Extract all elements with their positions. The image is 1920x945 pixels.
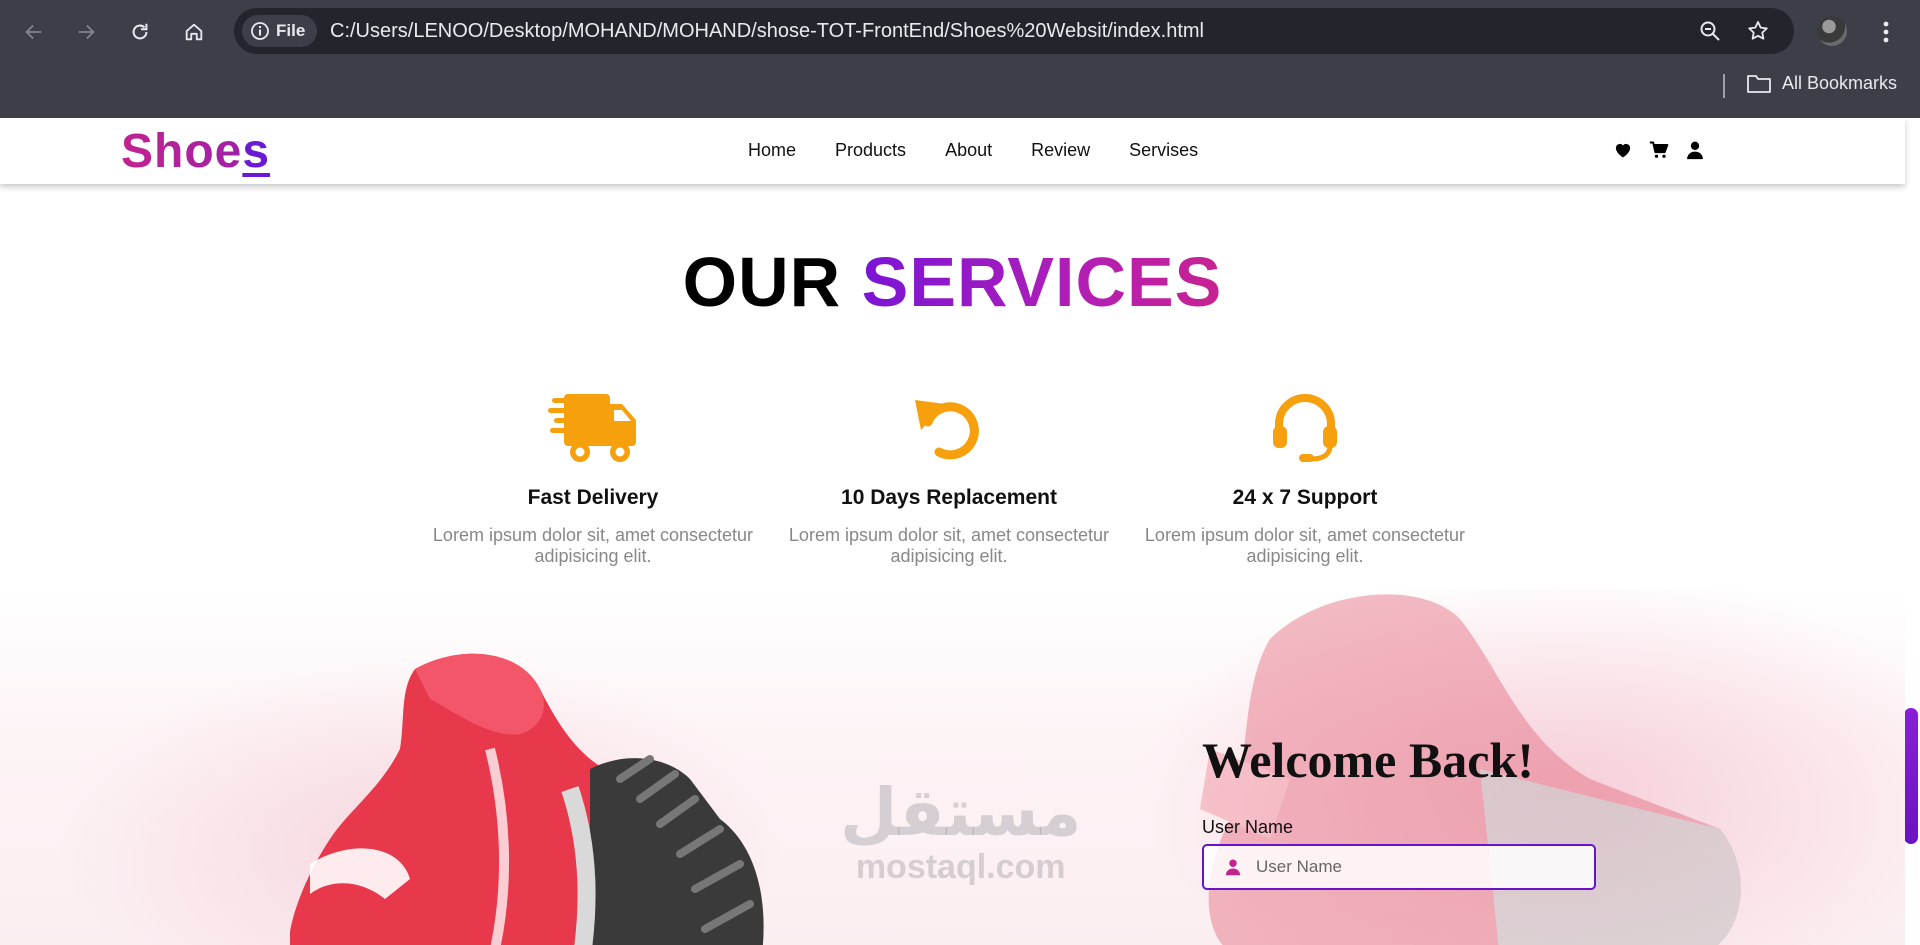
shoe-image bbox=[290, 653, 764, 945]
nav-about[interactable]: About bbox=[945, 140, 992, 161]
main-nav: Home Products About Review Servises bbox=[748, 140, 1198, 161]
page-viewport: Shoes Home Products About Review Servise… bbox=[0, 118, 1920, 945]
url-text[interactable]: C:/Users/LENOO/Desktop/MOHAND/MOHAND/sho… bbox=[330, 8, 1204, 54]
truck-icon bbox=[548, 394, 636, 462]
service-card-support: 24 x 7 Support Lorem ipsum dolor sit, am… bbox=[1140, 390, 1470, 567]
service-text: Lorem ipsum dolor sit, amet consectetur … bbox=[1144, 525, 1466, 566]
service-text: Lorem ipsum dolor sit, amet consectetur … bbox=[432, 525, 754, 566]
service-title: Fast Delivery bbox=[527, 486, 659, 509]
zoom-out-icon[interactable] bbox=[1698, 19, 1722, 43]
username-field[interactable] bbox=[1202, 844, 1596, 890]
site-info-label: File bbox=[276, 21, 306, 40]
cart-icon[interactable] bbox=[1649, 140, 1669, 160]
username-label: User Name bbox=[1202, 817, 1294, 837]
site-header: Shoes Home Products About Review Servise… bbox=[0, 118, 1905, 184]
arrow-right-icon bbox=[78, 24, 95, 40]
logo-main-text: Shoe bbox=[121, 125, 243, 178]
profile-avatar[interactable] bbox=[1817, 16, 1847, 46]
nav-servises[interactable]: Servises bbox=[1129, 140, 1198, 161]
address-bar[interactable]: File C:/Users/LENOO/Desktop/MOHAND/MOHAN… bbox=[234, 8, 1794, 54]
all-bookmarks-button[interactable]: All Bookmarks bbox=[1746, 72, 1897, 94]
service-text: Lorem ipsum dolor sit, amet consectetur … bbox=[788, 525, 1110, 566]
username-input[interactable] bbox=[1256, 857, 1576, 877]
rotate-left-icon bbox=[915, 400, 979, 460]
nav-review[interactable]: Review bbox=[1031, 140, 1090, 161]
services-title-word1: OUR bbox=[682, 243, 842, 321]
hero-section: مستقل mostaql.com Welcome Back! User Nam… bbox=[0, 589, 1905, 945]
page-scrollbar-thumb[interactable] bbox=[1904, 708, 1918, 844]
login-heading: Welcome Back! bbox=[1202, 732, 1534, 788]
headset-icon bbox=[1273, 394, 1337, 462]
site-logo[interactable]: Shoes bbox=[121, 124, 270, 179]
folder-icon bbox=[1747, 75, 1771, 93]
service-card-delivery: Fast Delivery Lorem ipsum dolor sit, ame… bbox=[428, 390, 758, 567]
more-vert-icon bbox=[1883, 21, 1889, 43]
service-title: 10 Days Replacement bbox=[841, 486, 1057, 509]
browser-menu-button[interactable] bbox=[1872, 14, 1900, 50]
user-icon[interactable] bbox=[1685, 140, 1705, 160]
service-title: 24 x 7 Support bbox=[1232, 486, 1378, 509]
services-title: OUR SERVICES bbox=[0, 242, 1905, 322]
reload-icon bbox=[132, 23, 148, 40]
services-list: Fast Delivery Lorem ipsum dolor sit, ame… bbox=[428, 390, 1470, 567]
heart-icon[interactable] bbox=[1613, 140, 1633, 160]
back-button[interactable] bbox=[16, 14, 52, 50]
user-icon bbox=[1225, 859, 1241, 876]
watermark-latin: mostaql.com bbox=[855, 848, 1066, 886]
login-form: Welcome Back! User Name bbox=[1202, 731, 1596, 890]
logo-last-letter: s bbox=[242, 125, 271, 178]
header-actions bbox=[1613, 140, 1705, 160]
watermark-arabic: مستقل bbox=[840, 774, 1082, 851]
reload-button[interactable] bbox=[122, 14, 158, 50]
info-icon bbox=[251, 22, 269, 40]
nav-products[interactable]: Products bbox=[835, 140, 906, 161]
service-card-replacement: 10 Days Replacement Lorem ipsum dolor si… bbox=[784, 390, 1114, 567]
forward-button[interactable] bbox=[68, 14, 104, 50]
services-title-word2: SERVICES bbox=[861, 243, 1223, 321]
watermark: مستقل mostaql.com bbox=[840, 774, 1082, 886]
bookmarks-divider bbox=[1723, 74, 1725, 98]
arrow-left-icon bbox=[25, 24, 42, 40]
home-button[interactable] bbox=[176, 14, 212, 50]
all-bookmarks-label: All Bookmarks bbox=[1782, 72, 1898, 93]
nav-home[interactable]: Home bbox=[748, 140, 796, 161]
home-icon bbox=[185, 23, 203, 41]
browser-chrome: File C:/Users/LENOO/Desktop/MOHAND/MOHAN… bbox=[0, 0, 1920, 118]
site-info-chip[interactable]: File bbox=[242, 15, 318, 47]
star-icon[interactable] bbox=[1746, 19, 1770, 43]
